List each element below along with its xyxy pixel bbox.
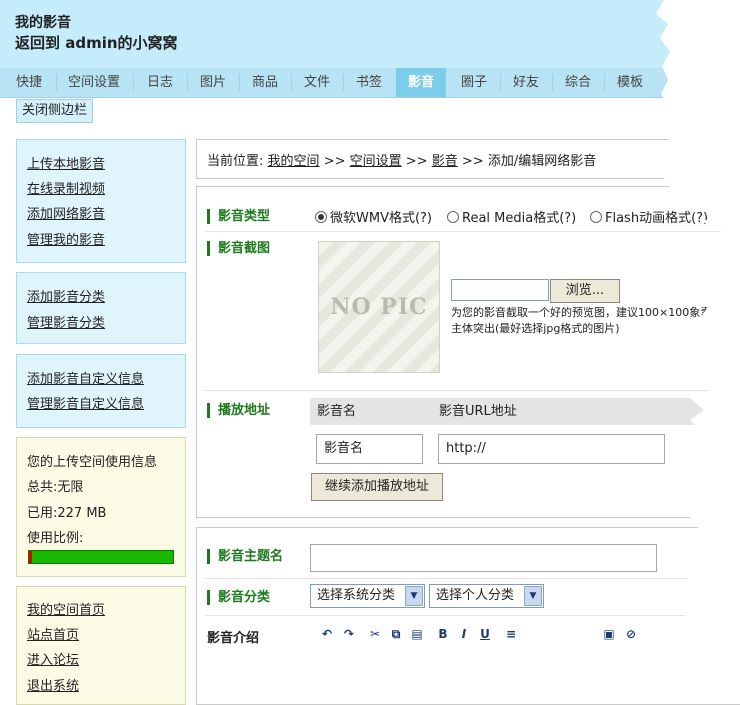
column-header-url: 影音URL地址 (432, 398, 740, 425)
copy-icon[interactable]: ⧉ (387, 625, 405, 643)
usage-progress-fill (29, 551, 32, 563)
tab-general[interactable]: 综合 (553, 68, 603, 97)
chevron-down-icon[interactable]: ▼ (405, 586, 423, 606)
tab-shortcut[interactable]: 快捷 (3, 68, 55, 97)
subject-label: 影音主题名 (207, 549, 283, 564)
page-title: 我的影音 (15, 15, 71, 31)
paste-icon[interactable]: ▤ (408, 625, 426, 643)
media-name-input[interactable]: 影音名 (316, 434, 423, 464)
align-left-icon[interactable]: ≡ (502, 625, 520, 643)
usage-ratio-label: 使用比例: (27, 531, 84, 546)
sidebar-item-add-custom-info[interactable]: 添加影音自定义信息 (27, 368, 144, 387)
play-address-label: 播放地址 (207, 403, 270, 418)
cover-file-input[interactable] (451, 279, 549, 301)
row-divider (205, 390, 740, 391)
cut-icon[interactable]: ✂ (366, 625, 384, 643)
sidebar-item-forum[interactable]: 进入论坛 (27, 649, 79, 668)
media-form-panel (196, 186, 740, 518)
sidebar-category-actions: 添加影音分类 管理影音分类 (16, 272, 186, 344)
breadcrumb: 当前位置: 我的空间 >> 空间设置 >> 影音 >> 添加/编辑网络影音 (196, 139, 740, 179)
back-link[interactable]: 返回到 admin的小窝窝 (15, 32, 178, 53)
chevron-down-icon[interactable]: ▼ (524, 586, 542, 606)
breadcrumb-media[interactable]: 影音 (432, 154, 458, 169)
media-url-input[interactable]: http:// (438, 434, 665, 464)
main-nav: 快捷 空间设置 日志 图片 商品 文件 书签 影音 圈子 好友 综合 模板 (0, 68, 740, 98)
breadcrumb-my-space[interactable]: 我的空间 (268, 154, 320, 169)
tab-goods[interactable]: 商品 (240, 68, 290, 97)
sidebar-item-manage-custom-info[interactable]: 管理影音自定义信息 (27, 393, 144, 412)
usage-used: 已用:227 MB (27, 506, 107, 521)
radio-wmv-label: 微软WMV格式(?) (330, 211, 433, 226)
storage-usage-box: 您的上传空间使用信息 总共:无限 已用:227 MB 使用比例: (16, 437, 186, 577)
sidebar-item-add-network[interactable]: 添加网络影音 (27, 203, 105, 222)
sidebar-item-manage-category[interactable]: 管理影音分类 (27, 312, 105, 331)
underline-icon[interactable]: U (476, 625, 494, 643)
radio-realmedia-unchecked[interactable] (447, 211, 459, 223)
sidebar-custom-info-actions: 添加影音自定义信息 管理影音自定义信息 (16, 354, 186, 428)
editor-toolbar: ↶ ↷ ✂ ⧉ ▤ B I U ≡ ▣ ⊘ (310, 622, 650, 648)
sidebar-site-links: 我的空间首页 站点首页 进入论坛 退出系统 (16, 586, 186, 705)
sidebar-item-space-home[interactable]: 我的空间首页 (27, 599, 105, 618)
tab-media[interactable]: 影音 (396, 68, 446, 97)
page-header: 我的影音 返回到 admin的小窝窝 (0, 0, 740, 68)
row-divider (205, 231, 740, 232)
link-icon[interactable]: ⊘ (622, 625, 640, 643)
system-category-value: 选择系统分类 (317, 588, 396, 603)
tab-files[interactable]: 文件 (292, 68, 342, 97)
undo-icon[interactable]: ↶ (318, 625, 336, 643)
radio-realmedia-label: Real Media格式(?) (462, 211, 577, 226)
bold-icon[interactable]: B (434, 625, 452, 643)
usage-title: 您的上传空间使用信息 (27, 455, 158, 470)
cover-preview-image: NO PIC (318, 241, 440, 373)
personal-category-select[interactable]: 选择个人分类 ▼ (429, 584, 544, 608)
media-type-label: 影音类型 (207, 209, 270, 224)
system-category-select[interactable]: 选择系统分类 ▼ (310, 584, 425, 608)
breadcrumb-space-settings[interactable]: 空间设置 (350, 154, 402, 169)
radio-flash-unchecked[interactable] (590, 211, 602, 223)
italic-icon[interactable]: I (455, 625, 473, 643)
category-label: 影音分类 (207, 590, 270, 605)
sidebar-item-record-online[interactable]: 在线录制视频 (27, 178, 105, 197)
subject-input[interactable] (310, 544, 657, 572)
tab-blog[interactable]: 日志 (134, 68, 186, 97)
nopic-text: NO PIC (330, 294, 428, 320)
tab-space-settings[interactable]: 空间设置 (57, 68, 131, 97)
radio-wmv[interactable]: 微软WMV格式(?) (315, 207, 432, 226)
breadcrumb-separator: >> (323, 154, 346, 169)
media-cover-label: 影音截图 (207, 241, 270, 256)
sidebar-item-site-home[interactable]: 站点首页 (27, 624, 79, 643)
sidebar-media-actions: 上传本地影音 在线录制视频 添加网络影音 管理我的影音 (16, 139, 186, 263)
tab-friends[interactable]: 好友 (501, 68, 551, 97)
row-divider (205, 615, 740, 616)
radio-flash[interactable]: Flash动画格式(?) (590, 207, 708, 226)
redo-icon[interactable]: ↷ (340, 625, 358, 643)
breadcrumb-separator: >> (405, 154, 428, 169)
radio-wmv-checked[interactable] (315, 211, 327, 223)
sidebar-item-manage-media[interactable]: 管理我的影音 (27, 229, 105, 248)
tab-circles[interactable]: 圈子 (449, 68, 499, 97)
browse-button[interactable]: 浏览... (550, 279, 620, 303)
column-header-name: 影音名 (310, 398, 432, 425)
radio-flash-label: Flash动画格式(?) (605, 211, 709, 226)
image-icon[interactable]: ▣ (600, 625, 618, 643)
breadcrumb-prefix: 当前位置: (207, 154, 264, 169)
tab-bookmarks[interactable]: 书签 (344, 68, 394, 97)
cover-hint-text: 为您的影音截取一个好的预览图，建议100×100象素，主体突出(最好选择jpg格… (451, 306, 723, 335)
sidebar-item-upload-local[interactable]: 上传本地影音 (27, 153, 105, 172)
add-play-address-button[interactable]: 继续添加播放地址 (311, 473, 443, 501)
breadcrumb-separator: >> (461, 154, 484, 169)
usage-total: 总共:无限 (27, 480, 84, 495)
close-sidebar-button[interactable]: 关闭侧边栏 (16, 99, 94, 123)
intro-label: 影音介绍 (207, 631, 260, 646)
sidebar-item-add-category[interactable]: 添加影音分类 (27, 286, 105, 305)
row-divider (205, 578, 740, 579)
tab-templates[interactable]: 模板 (605, 68, 655, 97)
sidebar-item-logout[interactable]: 退出系统 (27, 675, 79, 694)
personal-category-value: 选择个人分类 (436, 588, 515, 603)
tab-photos[interactable]: 图片 (188, 68, 238, 97)
breadcrumb-current: 添加/编辑网络影音 (487, 154, 597, 169)
radio-realmedia[interactable]: Real Media格式(?) (447, 207, 576, 226)
usage-progress-bar (28, 550, 174, 564)
